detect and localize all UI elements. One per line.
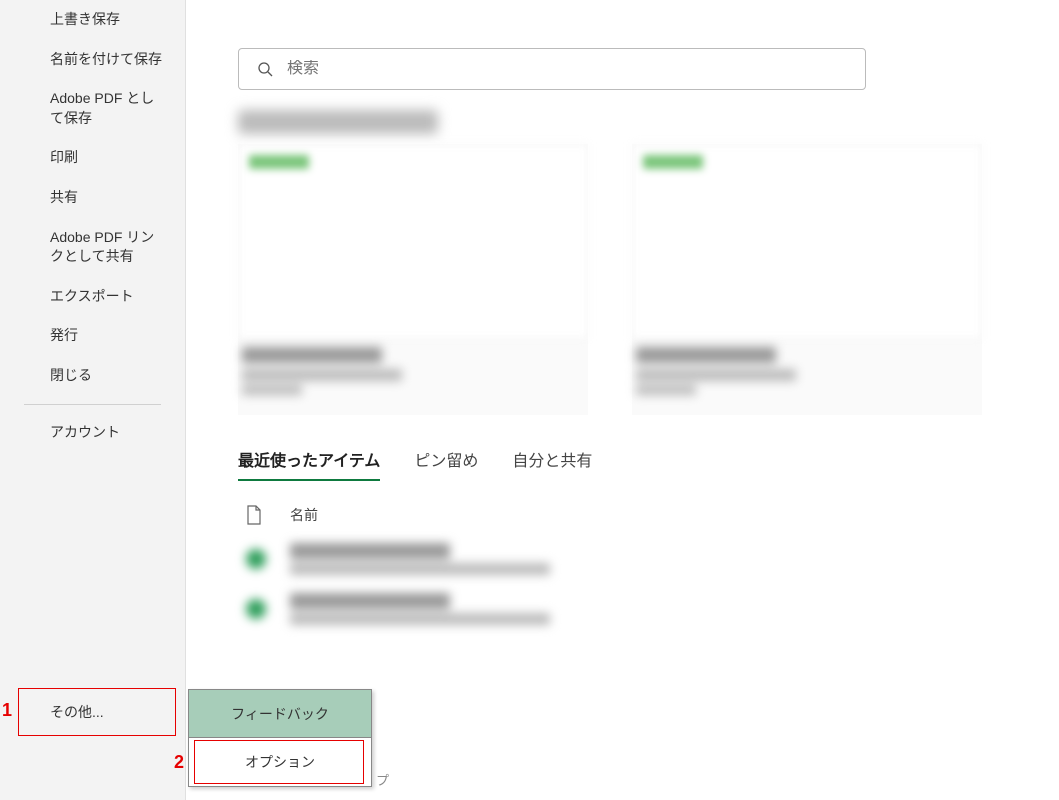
sidebar-item-save-adobe-pdf[interactable]: Adobe PDF として保存 — [0, 79, 185, 138]
list-item[interactable] — [246, 543, 1007, 575]
search-input[interactable] — [287, 60, 847, 78]
excel-file-icon — [246, 549, 266, 569]
main-content: 最近使ったアイテム ピン留め 自分と共有 名前 — [186, 0, 1059, 800]
sidebar-item-save-as[interactable]: 名前を付けて保存 — [0, 40, 185, 80]
annotation-number-1: 1 — [2, 700, 12, 721]
sidebar-item-close[interactable]: 閉じる — [0, 356, 185, 396]
sidebar-item-share[interactable]: 共有 — [0, 178, 185, 218]
recent-card[interactable] — [238, 144, 588, 415]
list-item[interactable] — [246, 593, 1007, 625]
sidebar-item-save[interactable]: 上書き保存 — [0, 0, 185, 40]
recent-tabs: 最近使ったアイテム ピン留め 自分と共有 — [238, 447, 1007, 481]
popup-item-feedback[interactable]: フィードバック — [189, 690, 371, 738]
recent-card[interactable] — [632, 144, 982, 415]
more-popup-menu: フィードバック オプション — [188, 689, 372, 787]
sidebar-item-publish[interactable]: 発行 — [0, 316, 185, 356]
card-thumbnail — [632, 144, 982, 339]
list-header: 名前 — [246, 505, 1007, 525]
search-icon — [257, 61, 273, 77]
excel-file-icon — [246, 599, 266, 619]
document-icon — [246, 505, 262, 525]
tab-shared-with-me[interactable]: 自分と共有 — [512, 447, 592, 481]
sidebar-item-export[interactable]: エクスポート — [0, 277, 185, 317]
column-header-name: 名前 — [290, 505, 318, 525]
sidebar-item-more[interactable]: その他... — [50, 702, 104, 722]
card-thumbnail — [238, 144, 588, 339]
truncated-text-fragment: プ — [376, 770, 389, 789]
sidebar-item-account[interactable]: アカウント — [0, 413, 185, 453]
card-info-blurred — [238, 339, 588, 415]
sidebar-item-print[interactable]: 印刷 — [0, 138, 185, 178]
recent-cards-row — [238, 144, 1007, 415]
tab-pinned[interactable]: ピン留め — [414, 447, 478, 481]
search-box[interactable] — [238, 48, 866, 90]
section-heading-blurred — [238, 110, 438, 134]
sidebar-divider — [24, 404, 161, 405]
backstage-sidebar: 上書き保存 名前を付けて保存 Adobe PDF として保存 印刷 共有 Ado… — [0, 0, 186, 800]
annotation-number-2: 2 — [174, 752, 184, 773]
sidebar-item-share-adobe-pdf-link[interactable]: Adobe PDF リンクとして共有 — [0, 218, 185, 277]
tab-recent[interactable]: 最近使ったアイテム — [238, 447, 380, 481]
card-info-blurred — [632, 339, 982, 415]
popup-item-options[interactable]: オプション — [189, 738, 371, 786]
